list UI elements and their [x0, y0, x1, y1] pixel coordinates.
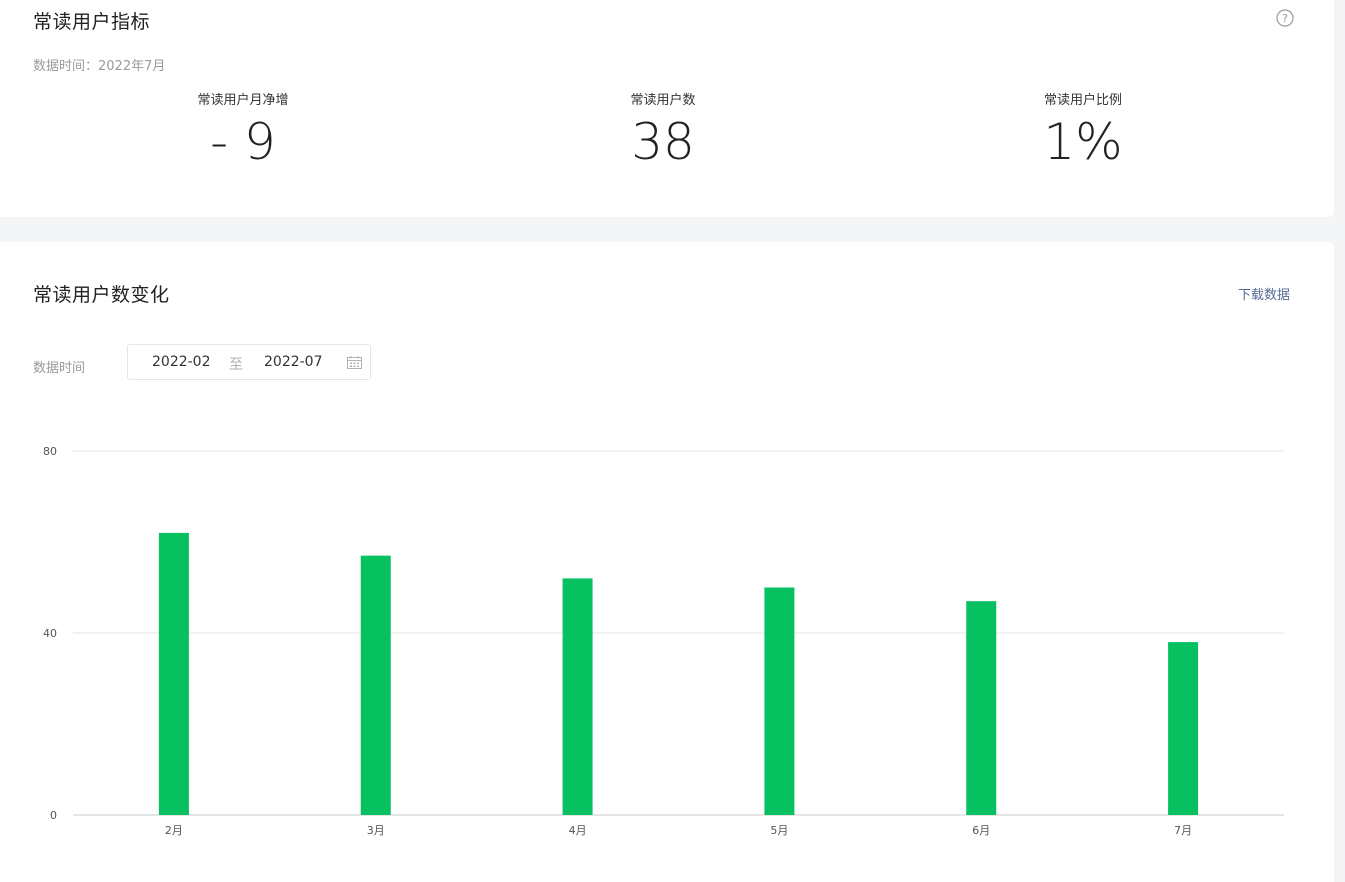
metric-user-ratio: 常读用户比例 1% — [933, 92, 1233, 172]
metric-label: 常读用户比例 — [1043, 93, 1122, 108]
metric-user-count: 常读用户数 38 — [513, 92, 813, 172]
date-start-value[interactable]: 2022-02 — [152, 354, 211, 370]
metric-label: 常读用户月净增 — [197, 93, 289, 108]
metric-value: - 9 — [210, 113, 276, 171]
bar[interactable] — [764, 587, 795, 816]
metrics-data-time: 数据时间：2022年7月 — [33, 59, 166, 74]
x-tick-label: 6月 — [972, 824, 990, 837]
bar[interactable] — [158, 532, 189, 815]
metric-value: 38 — [631, 113, 695, 171]
y-tick-label: 40 — [43, 627, 57, 640]
x-tick-label: 4月 — [569, 824, 587, 837]
date-end-value[interactable]: 2022-07 — [264, 354, 323, 370]
x-tick-label: 2月 — [165, 824, 183, 837]
metric-net-increase: 常读用户月净增 - 9 — [93, 92, 393, 172]
download-data-link[interactable]: 下载数据 — [1238, 284, 1290, 303]
bar[interactable] — [562, 578, 593, 815]
metrics-card: 常读用户指标 ? 数据时间：2022年7月 常读用户月净增 - 9 常读用户数 … — [0, 0, 1334, 217]
help-circle-icon[interactable]: ? — [1276, 9, 1294, 27]
date-range-picker[interactable]: 2022-02 至 2022-07 — [127, 344, 371, 380]
trend-card: 常读用户数变化 下载数据 数据时间 2022-02 至 2022-07 0 40 8… — [0, 242, 1334, 882]
metric-label: 常读用户数 — [630, 93, 696, 108]
y-tick-label: 80 — [43, 445, 57, 458]
date-separator: 至 — [229, 357, 243, 373]
metric-value: 1% — [1043, 113, 1123, 171]
x-tick-label: 3月 — [367, 824, 385, 837]
trend-card-title: 常读用户数变化 — [33, 284, 170, 306]
x-tick-label: 7月 — [1174, 824, 1192, 837]
bar[interactable] — [1168, 642, 1199, 815]
svg-text:?: ? — [1282, 12, 1288, 25]
metrics-card-title: 常读用户指标 — [33, 11, 151, 33]
bar[interactable] — [966, 601, 997, 815]
date-range-label: 数据时间 — [33, 361, 86, 376]
x-tick-label: 5月 — [770, 824, 788, 837]
calendar-icon[interactable] — [347, 356, 362, 369]
y-tick-label: 0 — [50, 809, 57, 822]
user-count-bar-chart: 0 40 80 2月 3月 4月 5月 6月 7月 — [43, 445, 1284, 837]
bar[interactable] — [360, 555, 391, 815]
